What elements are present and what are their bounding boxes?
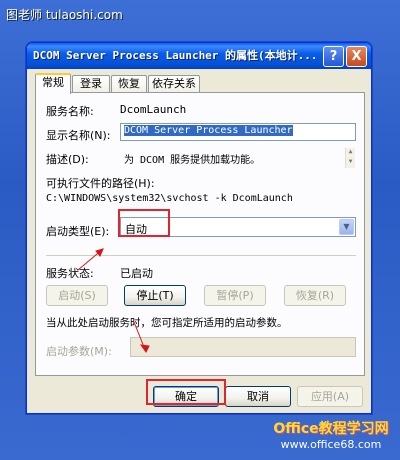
watermark-bottom-line1: Office教程学习网 (273, 421, 389, 437)
watermark-bottom-line2: www.office68.com (280, 438, 382, 451)
tab-general[interactable]: 常规 (35, 73, 71, 94)
arrow-head-startup (95, 248, 104, 257)
annotation-arrows (77, 248, 150, 353)
watermark-bottom: Office教程学习网 www.office68.com (262, 418, 400, 458)
arrow-head-params (139, 344, 150, 353)
